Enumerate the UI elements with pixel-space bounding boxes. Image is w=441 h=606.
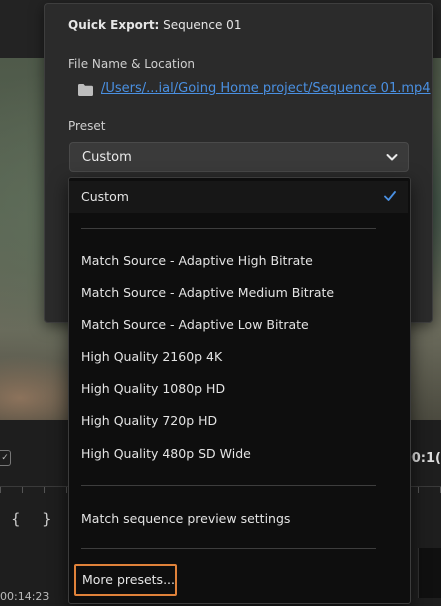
file-location-label: File Name & Location — [68, 57, 196, 71]
timeline-track-area — [418, 548, 441, 598]
more-presets-button[interactable]: More presets... — [74, 564, 177, 596]
playhead-timecode: 00:14:23 — [0, 590, 50, 603]
menu-divider — [81, 485, 376, 486]
preset-label: Preset — [68, 119, 106, 133]
preset-option-match-source-medium[interactable]: Match Source - Adaptive Medium Bitrate — [69, 277, 408, 309]
settings-checkbox[interactable]: ✓ — [0, 450, 11, 466]
preset-selected-value: Custom — [82, 150, 132, 165]
preset-option-match-source-high[interactable]: Match Source - Adaptive High Bitrate — [69, 245, 408, 277]
checkmark-icon — [384, 191, 396, 201]
preset-option-720p-hd[interactable]: High Quality 720p HD — [69, 405, 408, 437]
file-location-link[interactable]: /Users/...ial/Going Home project/Sequenc… — [101, 81, 431, 96]
preset-option-480p-sd-wide[interactable]: High Quality 480p SD Wide — [69, 438, 408, 470]
folder-icon — [78, 84, 93, 96]
preset-option-custom[interactable]: Custom — [69, 181, 408, 213]
preset-dropdown[interactable]: Custom — [69, 142, 409, 172]
menu-divider — [81, 548, 376, 549]
mark-in-button[interactable]: { — [11, 510, 21, 528]
menu-divider — [81, 228, 376, 229]
preset-option-1080p-hd[interactable]: High Quality 1080p HD — [69, 373, 408, 405]
preset-option-2160p-4k[interactable]: High Quality 2160p 4K — [69, 341, 408, 373]
chevron-down-icon — [386, 154, 398, 161]
preset-option-match-sequence-preview[interactable]: Match sequence preview settings — [69, 503, 408, 535]
mark-out-button[interactable]: } — [42, 510, 52, 528]
preset-option-match-source-low[interactable]: Match Source - Adaptive Low Bitrate — [69, 309, 408, 341]
preset-dropdown-menu: Custom Match Source - Adaptive High Bitr… — [68, 177, 411, 604]
quick-export-title: Quick Export: Sequence 01 — [68, 18, 242, 32]
